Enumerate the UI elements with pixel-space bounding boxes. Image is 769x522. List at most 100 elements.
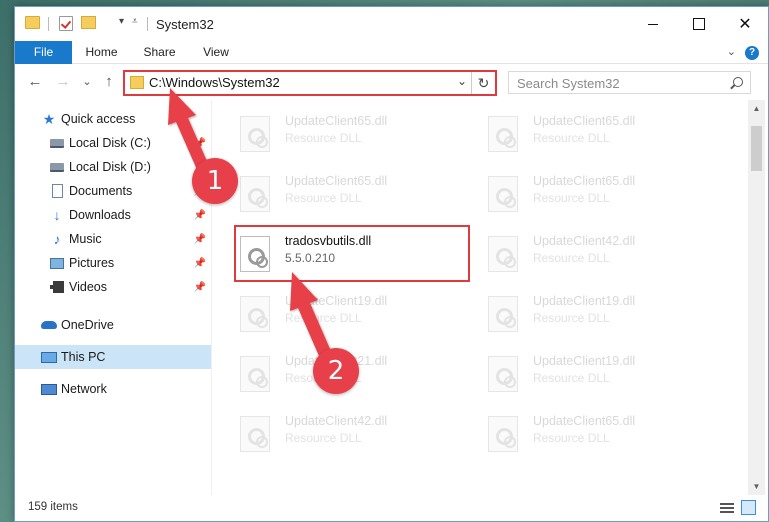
file-item[interactable]: UpdateClient42.dll Resource DLL bbox=[484, 228, 724, 280]
sidebar-item-label: Videos bbox=[69, 280, 107, 294]
file-name: UpdateClient65.dll bbox=[533, 414, 636, 428]
drive-icon bbox=[49, 160, 65, 174]
file-name: UpdateClient65.dll bbox=[533, 114, 636, 128]
file-name: UpdateClient42.dll bbox=[533, 234, 636, 248]
documents-icon bbox=[49, 184, 65, 198]
sidebar-item-quick-access[interactable]: ★ Quick access bbox=[15, 107, 211, 131]
file-name: UpdateClient19.dll bbox=[533, 354, 636, 368]
file-type: Resource DLL bbox=[285, 431, 362, 445]
details-view-icon[interactable] bbox=[720, 502, 734, 514]
sidebar-item-downloads[interactable]: ↓ Downloads 📌 bbox=[15, 203, 211, 227]
pin-icon: 📌 bbox=[193, 281, 206, 293]
sidebar-item-videos[interactable]: Videos 📌 bbox=[15, 275, 211, 299]
star-icon: ★ bbox=[42, 110, 56, 127]
search-icon bbox=[733, 77, 743, 87]
navigation-pane: ★ Quick access Local Disk (C:) 📌 Local D… bbox=[15, 100, 211, 495]
sidebar-item-local-disk-c[interactable]: Local Disk (C:) 📌 bbox=[15, 131, 211, 155]
up-button[interactable]: ↑ bbox=[99, 72, 119, 92]
vertical-scrollbar[interactable]: ▲ ▼ bbox=[748, 100, 765, 495]
step-2-badge: 2 bbox=[313, 348, 359, 394]
pin-icon: 📌 bbox=[193, 257, 206, 269]
dll-file-icon bbox=[488, 416, 518, 452]
file-item[interactable]: UpdateClient65.dll Resource DLL bbox=[236, 168, 476, 220]
search-placeholder: Search System32 bbox=[517, 76, 620, 91]
drive-icon bbox=[49, 136, 65, 150]
address-bar[interactable]: C:\Windows\System32 ⌄ ↻ bbox=[123, 70, 497, 96]
network-icon bbox=[41, 382, 57, 396]
refresh-button[interactable]: ↻ bbox=[471, 72, 495, 94]
target-file-highlight bbox=[234, 225, 470, 282]
file-name: UpdateClient42.dll bbox=[285, 414, 388, 428]
recent-locations-button[interactable]: ⌄ bbox=[77, 72, 97, 92]
videos-icon bbox=[49, 280, 65, 294]
folder-icon bbox=[130, 76, 144, 89]
file-name: UpdateClient65.dll bbox=[285, 114, 388, 128]
file-type: Resource DLL bbox=[533, 371, 610, 385]
sidebar-item-local-disk-d[interactable]: Local Disk (D:) 📌 bbox=[15, 155, 211, 179]
scroll-up-arrow-icon[interactable]: ▲ bbox=[748, 100, 765, 117]
file-item[interactable]: UpdateClient65.dll Resource DLL bbox=[484, 108, 724, 160]
file-item[interactable]: UpdateClient19.dll Resource DLL bbox=[484, 288, 724, 340]
music-icon: ♪ bbox=[53, 231, 61, 247]
downloads-icon: ↓ bbox=[53, 207, 61, 223]
minimize-button[interactable] bbox=[630, 7, 676, 41]
sidebar-item-label: Network bbox=[61, 382, 107, 396]
file-item[interactable]: UpdateClient65.dll Resource DLL bbox=[484, 168, 724, 220]
tab-share[interactable]: Share bbox=[137, 41, 182, 64]
address-path[interactable]: C:\Windows\System32 bbox=[149, 75, 280, 90]
file-name: UpdateClient19.dll bbox=[533, 294, 636, 308]
back-button[interactable]: ← bbox=[25, 72, 45, 92]
sidebar-item-music[interactable]: ♪ Music 📌 bbox=[15, 227, 211, 251]
file-name: UpdateClient65.dll bbox=[533, 174, 636, 188]
sidebar-item-pictures[interactable]: Pictures 📌 bbox=[15, 251, 211, 275]
file-type: Resource DLL bbox=[533, 191, 610, 205]
chevron-down-icon[interactable]: ▾ bbox=[119, 16, 124, 27]
close-button[interactable]: ✕ bbox=[722, 7, 768, 41]
tiles-view-icon[interactable] bbox=[741, 500, 756, 515]
sidebar-item-label: Local Disk (D:) bbox=[69, 160, 151, 174]
dll-file-icon bbox=[488, 296, 518, 332]
pin-icon: 📌 bbox=[193, 137, 206, 149]
scrollbar-thumb[interactable] bbox=[751, 126, 762, 171]
pin-icon: 📌 bbox=[193, 209, 206, 221]
forward-button[interactable]: → bbox=[53, 72, 73, 92]
file-type: Resource DLL bbox=[533, 131, 610, 145]
file-item[interactable]: UpdateClient65.dll Resource DLL bbox=[236, 108, 476, 160]
sidebar-item-label: Quick access bbox=[61, 112, 136, 126]
search-input[interactable]: Search System32 bbox=[508, 71, 751, 94]
scroll-down-arrow-icon[interactable]: ▼ bbox=[748, 478, 765, 495]
properties-check-icon[interactable] bbox=[59, 16, 73, 31]
step-1-badge: 1 bbox=[192, 158, 238, 204]
sidebar-item-documents[interactable]: Documents 📌 bbox=[15, 179, 211, 203]
file-type: Resource DLL bbox=[285, 131, 362, 145]
file-item[interactable]: UpdateClient19.dll Resource DLL bbox=[236, 288, 476, 340]
dll-file-icon bbox=[240, 116, 270, 152]
sidebar-item-this-pc[interactable]: This PC bbox=[15, 345, 211, 369]
address-dropdown-icon[interactable]: ⌄ bbox=[457, 74, 467, 88]
maximize-button[interactable] bbox=[676, 7, 722, 41]
help-icon[interactable]: ? bbox=[745, 46, 759, 60]
tab-view[interactable]: View bbox=[195, 41, 237, 64]
dll-file-icon bbox=[240, 176, 270, 212]
pin-icon: 📌 bbox=[193, 233, 206, 245]
sidebar-item-onedrive[interactable]: OneDrive bbox=[15, 313, 211, 337]
ribbon-collapse-icon[interactable]: ⌄ bbox=[727, 45, 736, 58]
file-item[interactable]: UpdateClient65.dll Resource DLL bbox=[484, 408, 724, 460]
new-folder-icon[interactable] bbox=[81, 16, 96, 29]
dll-file-icon bbox=[488, 356, 518, 392]
properties-list-icon[interactable] bbox=[103, 16, 117, 30]
tab-home[interactable]: Home bbox=[79, 41, 124, 64]
file-type: Resource DLL bbox=[533, 251, 610, 265]
file-name: UpdateClient65.dll bbox=[285, 174, 388, 188]
dll-file-icon bbox=[488, 176, 518, 212]
sidebar-item-label: Documents bbox=[69, 184, 133, 198]
file-item[interactable]: UpdateClient19.dll Resource DLL bbox=[484, 348, 724, 400]
window-title: System32 bbox=[156, 17, 214, 32]
tab-file[interactable]: File bbox=[15, 41, 72, 64]
sidebar-item-network[interactable]: Network bbox=[15, 377, 211, 401]
file-item[interactable]: UpdateClient42.dll Resource DLL bbox=[236, 408, 476, 460]
toolbar-separator bbox=[147, 17, 148, 31]
sidebar-item-label: OneDrive bbox=[61, 318, 114, 332]
pictures-icon bbox=[49, 256, 65, 270]
customize-dropdown-icon[interactable]: ⩡ bbox=[132, 16, 138, 27]
